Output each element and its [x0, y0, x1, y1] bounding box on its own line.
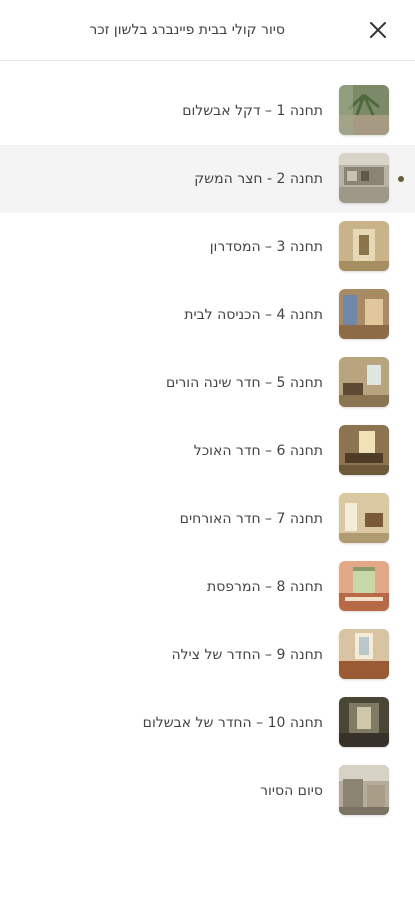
stop-thumbnail [339, 629, 389, 679]
stop-thumbnail [339, 765, 389, 815]
stop-thumbnail [339, 221, 389, 271]
stop-item-9[interactable]: תחנה 9 – החדר של צילה [0, 621, 415, 689]
stop-item-5[interactable]: תחנה 5 – חדר שינה הורים [0, 349, 415, 417]
stop-thumbnail [339, 153, 389, 203]
page-title: סיור קולי בבית פיינברג בלשון זכר [89, 22, 285, 38]
close-icon [370, 22, 386, 38]
stop-label: תחנה 5 – חדר שינה הורים [165, 375, 323, 391]
stop-item-2[interactable]: תחנה 2 - חצר המשק [0, 145, 415, 213]
header-bar: סיור קולי בבית פיינברג בלשון זכר [0, 0, 415, 61]
stop-thumbnail [339, 85, 389, 135]
stop-label: תחנה 8 – המרפסת [207, 579, 323, 595]
stop-thumbnail [339, 289, 389, 339]
stop-item-10[interactable]: תחנה 10 – החדר של אבשלום [0, 689, 415, 757]
stops-list: תחנה 1 – דקל אבשלום תחנה 2 - חצר המשק תח… [0, 77, 415, 825]
stop-label: תחנה 1 – דקל אבשלום [182, 103, 323, 119]
stop-label: תחנה 2 - חצר המשק [194, 171, 323, 187]
stop-item-8[interactable]: תחנה 8 – המרפסת [0, 553, 415, 621]
stop-item-1[interactable]: תחנה 1 – דקל אבשלום [0, 77, 415, 145]
stop-item-7[interactable]: תחנה 7 – חדר האורחים [0, 485, 415, 553]
stop-thumbnail [339, 697, 389, 747]
stop-label: תחנה 3 – המסדרון [209, 239, 323, 255]
stop-label: תחנה 4 – הכניסה לבית [184, 307, 323, 323]
stop-thumbnail [339, 357, 389, 407]
active-indicator [398, 176, 404, 182]
stop-item-4[interactable]: תחנה 4 – הכניסה לבית [0, 281, 415, 349]
stop-item-3[interactable]: תחנה 3 – המסדרון [0, 213, 415, 281]
stop-label: תחנה 9 – החדר של צילה [171, 647, 323, 663]
stop-thumbnail [339, 561, 389, 611]
stop-label: תחנה 10 – החדר של אבשלום [142, 715, 323, 731]
stop-item-6[interactable]: תחנה 6 – חדר האוכל [0, 417, 415, 485]
stop-item-end[interactable]: סיום הסיור [0, 757, 415, 825]
stop-label: תחנה 6 – חדר האוכל [193, 443, 323, 459]
stop-thumbnail [339, 493, 389, 543]
close-button[interactable] [360, 14, 396, 46]
stop-label: תחנה 7 – חדר האורחים [179, 511, 323, 527]
stop-label: סיום הסיור [260, 783, 323, 799]
stop-thumbnail [339, 425, 389, 475]
